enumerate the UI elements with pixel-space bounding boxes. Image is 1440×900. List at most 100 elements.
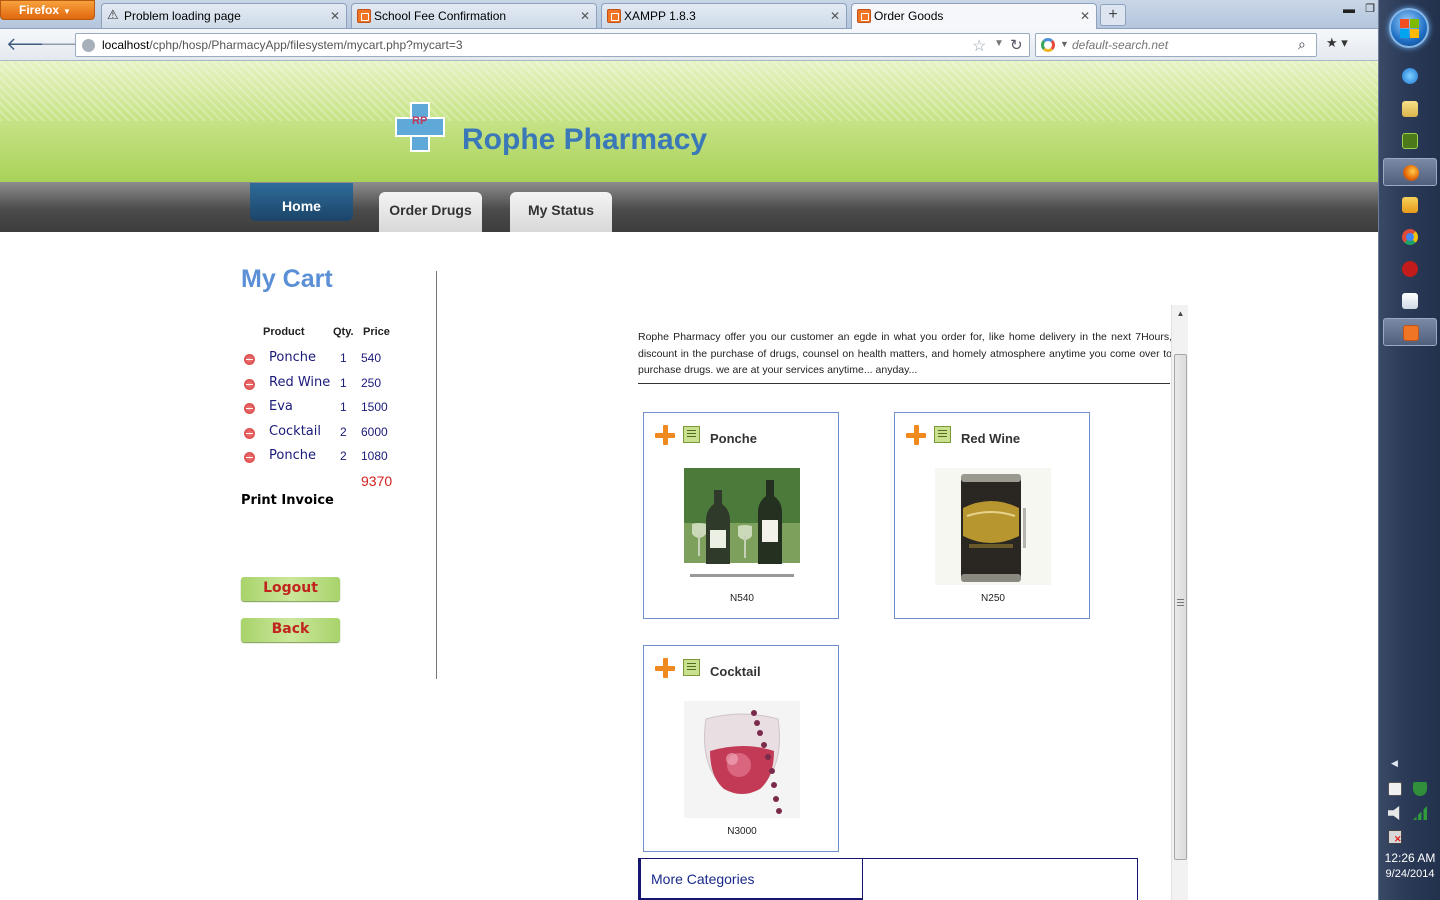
cart-product-qty: 2: [340, 449, 347, 463]
tab-problem-loading[interactable]: ⚠ Problem loading page ✕: [101, 3, 347, 28]
product-name: Cocktail: [710, 664, 761, 679]
chevron-down-icon: ▼: [63, 7, 71, 16]
product-price: N540: [730, 593, 754, 604]
search-bar[interactable]: ▼ ⌕: [1035, 33, 1317, 57]
cart-divider: [436, 271, 437, 679]
tab-school-fee[interactable]: School Fee Confirmation ✕: [351, 3, 597, 28]
site-title: Rophe Pharmacy: [462, 123, 708, 156]
taskbar-media-player[interactable]: [1383, 191, 1437, 219]
close-icon[interactable]: ✕: [1080, 9, 1090, 23]
cart-product-name: Ponche: [269, 448, 316, 463]
add-to-cart-icon[interactable]: [655, 425, 675, 445]
bookmark-star-icon[interactable]: ☆: [972, 36, 986, 56]
remove-item-icon[interactable]: [244, 379, 255, 390]
tab-title: Problem loading page: [124, 9, 241, 23]
nav-my-status[interactable]: My Status: [510, 192, 612, 232]
taskbar-chrome[interactable]: [1383, 223, 1437, 251]
volume-speaker-icon[interactable]: [1388, 806, 1400, 820]
taskbar-internet-explorer[interactable]: [1383, 62, 1437, 90]
cart-product-price: 6000: [361, 425, 388, 439]
pharmacy-logo: RP: [395, 102, 445, 152]
taskbar-firefox[interactable]: [1383, 158, 1437, 186]
cart-product-price: 1080: [361, 449, 388, 463]
wine-can-illustration: [935, 468, 1051, 585]
bookmarks-menu-button[interactable]: ★ ▾: [1326, 35, 1366, 55]
chevron-down-icon[interactable]: ▼: [1060, 39, 1069, 49]
warning-icon: ⚠: [107, 7, 119, 22]
details-list-icon[interactable]: [683, 659, 700, 676]
taskbar-xampp[interactable]: [1383, 318, 1437, 346]
taskbar-file-explorer[interactable]: [1383, 95, 1437, 123]
logo-letters: RP: [412, 115, 428, 127]
site-identity-icon[interactable]: [82, 39, 95, 52]
windows-taskbar: ◀ 12:26 AM 9/24/2014: [1378, 0, 1440, 900]
cart-row: Ponche 2 1080: [244, 448, 424, 470]
add-to-cart-icon[interactable]: [655, 658, 675, 678]
show-hidden-icons-arrow-icon[interactable]: ◀: [1391, 758, 1398, 769]
minimize-icon[interactable]: ▬: [1340, 2, 1358, 18]
back-button[interactable]: Back: [241, 618, 340, 642]
url-history-dropdown-icon[interactable]: ▼: [994, 38, 1004, 49]
cart-product-price: 250: [361, 376, 382, 390]
remove-item-icon[interactable]: [244, 403, 255, 414]
chart-monitor-icon: [1402, 293, 1418, 309]
clock-time[interactable]: 12:26 AM: [1379, 851, 1440, 865]
network-disconnected-icon[interactable]: [1388, 830, 1402, 845]
product-card-red-wine: Red Wine N250: [894, 412, 1090, 619]
logout-button[interactable]: Logout: [241, 577, 340, 601]
reload-icon[interactable]: ↻: [1010, 36, 1023, 54]
maximize-icon[interactable]: ❐: [1362, 2, 1378, 18]
taskbar-dreamweaver[interactable]: [1383, 127, 1437, 155]
new-tab-button[interactable]: +: [1100, 4, 1126, 26]
search-engine-icon[interactable]: [1041, 38, 1055, 52]
cart-product-qty: 2: [340, 425, 347, 439]
xampp-icon: [1403, 325, 1419, 341]
details-list-icon[interactable]: [934, 426, 951, 443]
wine-bottles-illustration: [684, 468, 800, 585]
forward-arrow-icon[interactable]: 🡒: [40, 34, 88, 56]
media-player-icon: [1402, 197, 1418, 213]
url-bar[interactable]: localhost/cphp/hosp/PharmacyApp/filesyst…: [75, 33, 1030, 57]
tab-xampp[interactable]: XAMPP 1.8.3 ✕: [601, 3, 847, 28]
details-list-icon[interactable]: [683, 426, 700, 443]
remove-item-icon[interactable]: [244, 452, 255, 463]
taskbar-resource-monitor[interactable]: [1383, 287, 1437, 315]
print-invoice-link[interactable]: Print Invoice: [241, 493, 334, 508]
close-icon[interactable]: ✕: [830, 9, 840, 23]
taskbar-acrobat[interactable]: [1383, 255, 1437, 283]
product-name: Ponche: [710, 431, 757, 446]
back-arrow-icon[interactable]: 🡐: [6, 34, 54, 56]
search-input[interactable]: [1072, 37, 1292, 53]
browser-tab-bar: Firefox ▼ ⚠ Problem loading page ✕ School…: [0, 0, 1378, 29]
add-to-cart-icon[interactable]: [906, 425, 926, 445]
remove-item-icon[interactable]: [244, 428, 255, 439]
search-icon[interactable]: ⌕: [1298, 36, 1306, 53]
more-categories-link[interactable]: More Categories: [639, 859, 863, 900]
clock-date[interactable]: 9/24/2014: [1379, 868, 1440, 880]
tab-order-goods[interactable]: Order Goods ✕: [851, 3, 1097, 29]
cart-header-qty: Qty.: [333, 326, 354, 338]
nav-home[interactable]: Home: [250, 183, 353, 221]
nav-order-drugs[interactable]: Order Drugs: [379, 192, 482, 232]
firefox-menu-button[interactable]: Firefox ▼: [0, 0, 95, 20]
cart-product-qty: 1: [340, 376, 347, 390]
close-icon[interactable]: ✕: [580, 9, 590, 23]
signal-strength-icon[interactable]: [1413, 806, 1427, 820]
cart-product-qty: 1: [340, 400, 347, 414]
remove-item-icon[interactable]: [244, 354, 255, 365]
action-center-flag-icon[interactable]: [1388, 782, 1402, 796]
intro-text: Rophe Pharmacy offer you our customer an…: [638, 331, 1172, 376]
close-icon[interactable]: ✕: [330, 9, 340, 23]
cart-product-name: Ponche: [269, 350, 316, 365]
cart-product-price: 1500: [361, 400, 388, 414]
more-categories-table: More Categories: [638, 858, 1138, 900]
start-button[interactable]: [1389, 8, 1429, 48]
url-text[interactable]: localhost/cphp/hosp/PharmacyApp/filesyst…: [102, 38, 463, 52]
cart-header-product: Product: [263, 326, 305, 338]
content-scrollbar[interactable]: ▲: [1171, 305, 1188, 900]
scroll-up-arrow-icon[interactable]: ▲: [1172, 305, 1189, 323]
scrollbar-thumb[interactable]: [1174, 354, 1187, 860]
site-header: RP Rophe Pharmacy: [0, 61, 1378, 182]
cart-header-price: Price: [363, 326, 390, 338]
security-shield-icon[interactable]: [1413, 782, 1427, 796]
